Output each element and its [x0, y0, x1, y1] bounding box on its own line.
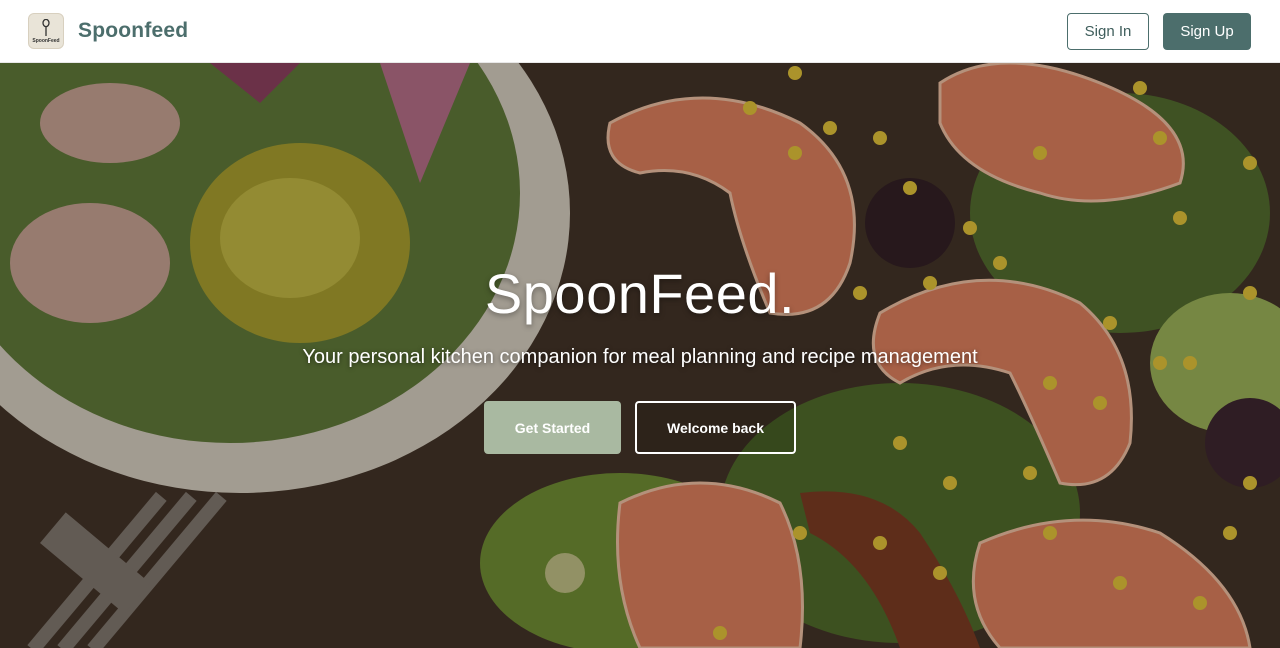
- brand-logo[interactable]: SpoonFeed: [28, 13, 64, 49]
- sign-up-button[interactable]: Sign Up: [1163, 12, 1251, 50]
- top-navbar: SpoonFeed Spoonfeed Sign In Sign Up: [0, 0, 1280, 63]
- get-started-button[interactable]: Get Started: [484, 401, 621, 454]
- brand[interactable]: SpoonFeed Spoonfeed: [28, 13, 188, 49]
- hero-content: SpoonFeed. Your personal kitchen compani…: [0, 63, 1280, 648]
- spoon-icon: [42, 18, 50, 36]
- hero-subtitle: Your personal kitchen companion for meal…: [302, 346, 978, 368]
- hero-section: SpoonFeed. Your personal kitchen compani…: [0, 63, 1280, 648]
- brand-name[interactable]: Spoonfeed: [78, 19, 188, 43]
- logo-text: SpoonFeed: [32, 37, 60, 44]
- hero-title: SpoonFeed.: [484, 262, 796, 325]
- welcome-back-button[interactable]: Welcome back: [635, 401, 796, 454]
- nav-actions: Sign In Sign Up: [1067, 12, 1251, 50]
- hero-buttons: Get Started Welcome back: [484, 401, 796, 454]
- sign-in-button[interactable]: Sign In: [1067, 12, 1149, 50]
